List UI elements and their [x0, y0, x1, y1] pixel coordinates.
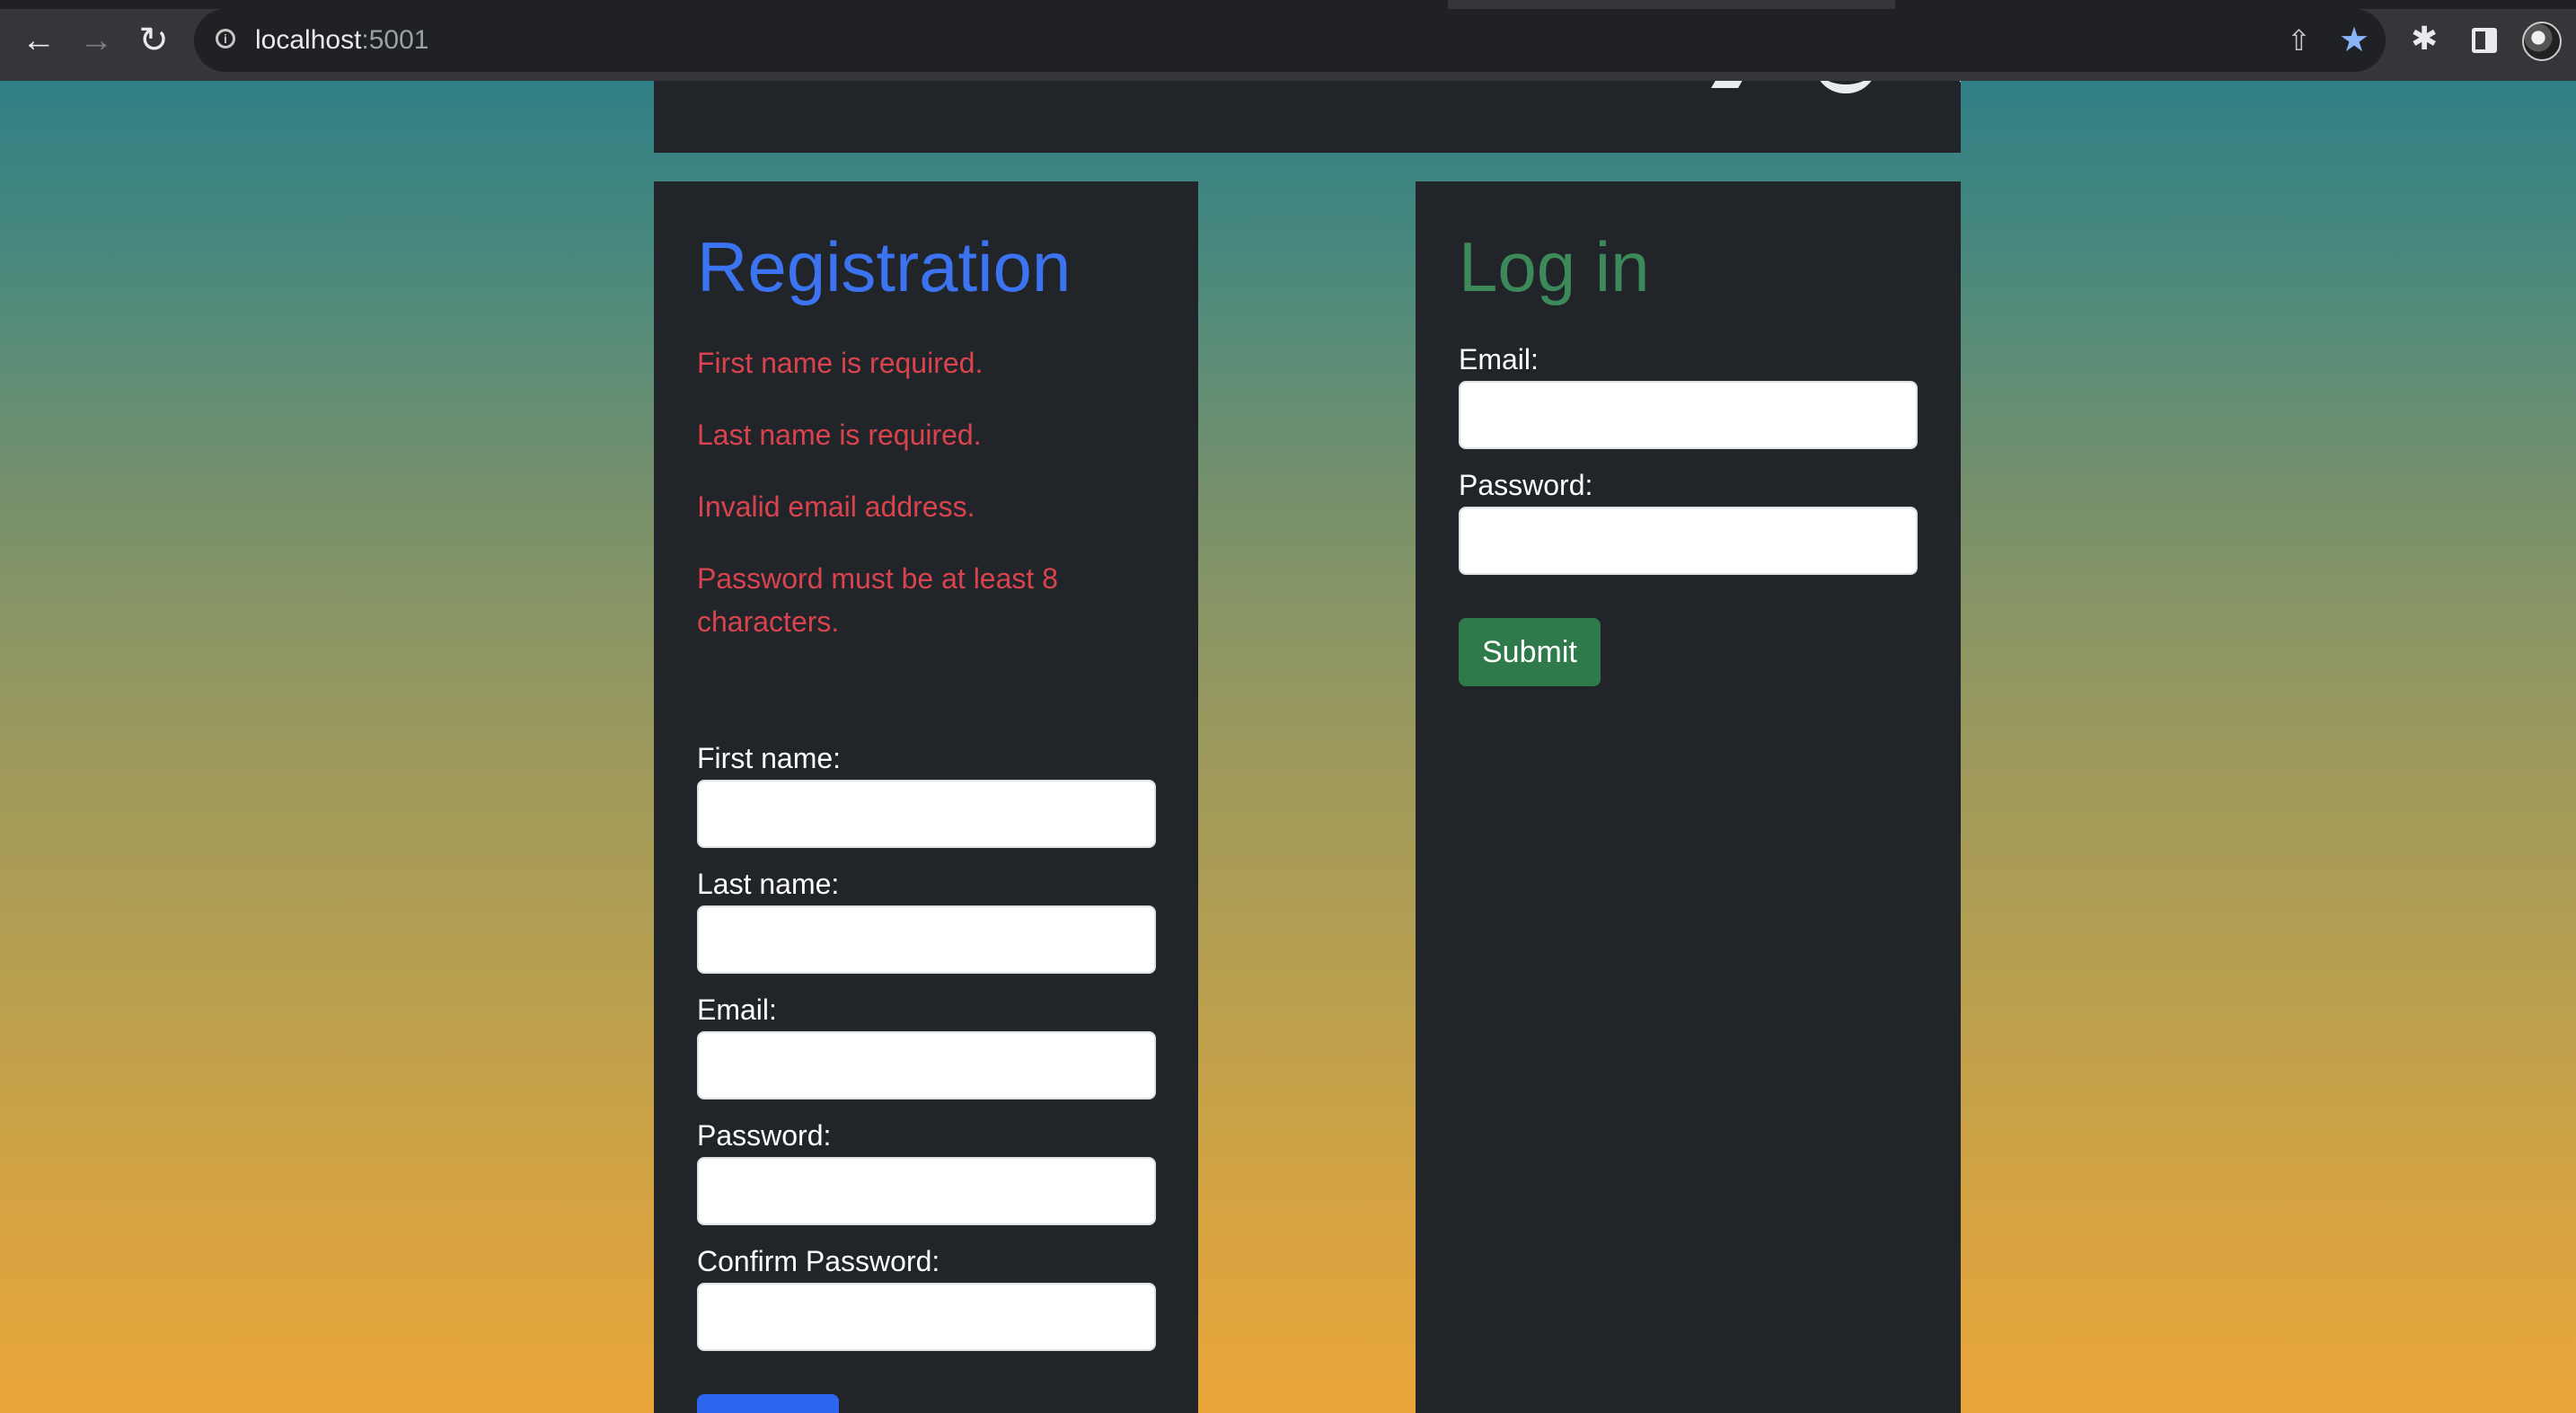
forward-button[interactable]: → [75, 20, 117, 61]
header-title-cropped [1711, 81, 1961, 106]
arrow-right-icon: → [79, 22, 113, 59]
error-last-name: Last name is required. [697, 419, 982, 451]
url-host: localhost [255, 25, 362, 55]
login-password-label: Password: [1459, 469, 1593, 501]
error-password: Password must be at least 8 characters. [697, 562, 1058, 638]
reload-button[interactable]: ↻ [133, 20, 174, 61]
address-bar[interactable]: i localhost:5001 ⇧ ★ [194, 9, 2386, 72]
header-glyph [1711, 81, 1743, 88]
share-icon[interactable]: ⇧ [2287, 22, 2311, 59]
login-password-input[interactable] [1459, 507, 1918, 575]
error-email: Invalid email address. [697, 490, 975, 523]
registration-title: Registration [697, 227, 1072, 306]
login-email-input[interactable] [1459, 381, 1918, 449]
tab-strip [0, 0, 2576, 9]
email-label: Email: [697, 994, 777, 1026]
url-text[interactable]: localhost:5001 [255, 25, 428, 56]
login-email-label: Email: [1459, 343, 1539, 375]
profile-avatar[interactable] [2522, 22, 2562, 61]
login-submit-button[interactable]: Submit [1459, 618, 1601, 686]
tab-strip-left [0, 0, 1448, 4]
extensions-puzzle-icon[interactable]: ✱ [2411, 18, 2438, 59]
bookmark-star-icon[interactable]: ★ [2339, 22, 2369, 59]
arrow-left-icon: ← [22, 22, 56, 59]
reload-icon: ↻ [138, 21, 169, 60]
browser-toolbar: ← → ↻ i localhost:5001 ⇧ ★ ✱ [0, 0, 2576, 81]
page-viewport: Registration First name is required. Las… [0, 81, 2576, 1413]
registration-card: Registration First name is required. Las… [654, 181, 1198, 1413]
email-input[interactable] [697, 1031, 1156, 1099]
page-header [654, 81, 1961, 153]
header-glyph [1814, 81, 1877, 93]
first-name-input[interactable] [697, 780, 1156, 848]
password-label: Password: [697, 1119, 832, 1152]
header-glyph [1958, 81, 1961, 84]
site-info-icon[interactable]: i [216, 29, 235, 49]
error-first-name: First name is required. [697, 347, 984, 379]
side-panel-icon[interactable] [2472, 28, 2497, 53]
register-submit-button[interactable]: Submit [697, 1394, 839, 1413]
active-tab-edge[interactable] [1448, 0, 1895, 9]
password-input[interactable] [697, 1157, 1156, 1225]
first-name-label: First name: [697, 742, 842, 774]
login-title: Log in [1459, 227, 1650, 306]
url-port: :5001 [361, 25, 429, 55]
confirm-password-input[interactable] [697, 1283, 1156, 1351]
confirm-password-label: Confirm Password: [697, 1245, 940, 1277]
last-name-label: Last name: [697, 868, 840, 900]
back-button[interactable]: ← [18, 20, 59, 61]
login-card: Log in Email: Password: Submit [1416, 181, 1961, 1413]
last-name-input[interactable] [697, 905, 1156, 974]
